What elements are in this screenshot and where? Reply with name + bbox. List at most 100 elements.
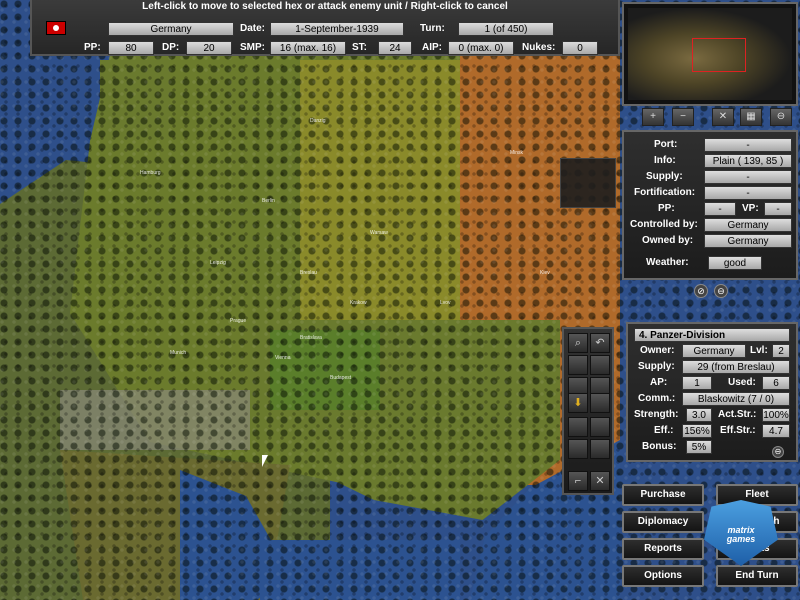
owned-value: Germany [704,234,792,248]
slot-icon[interactable] [568,417,588,437]
end-turn-button[interactable]: End Turn [716,565,798,587]
minimap-controls: + − ✕ ▦ ⊖ [636,108,796,128]
magnify-icon[interactable]: ⌕ [568,333,588,353]
supply-label: Supply: [646,171,683,182]
st-label: ST: [352,42,367,53]
unit-info-panel: 4. Panzer-Division Owner: Germany Lvl: 2… [626,322,798,462]
owned-label: Owned by: [642,235,694,246]
date-label: Date: [240,23,266,34]
dp-value: 20 [186,41,232,55]
aip-value: 0 (max. 0) [448,41,514,55]
diplomacy-button[interactable]: Diplomacy [622,511,704,533]
turn-value: 1 (of 450) [458,22,554,36]
weather-label: Weather: [646,257,689,268]
zoom-out-icon[interactable]: − [672,108,694,126]
bonus-value: 5% [686,440,712,454]
effstr-value: 4.7 [762,424,790,438]
land-scandinavia [100,60,170,140]
smp-value: 16 (max. 16) [270,41,346,55]
controlled-label: Controlled by: [630,219,698,230]
hex-info-panel: Port: - Info: Plain ( 139, 85 ) Supply: … [622,130,798,280]
purchase-button[interactable]: Purchase [622,484,704,506]
unit-stack-slots[interactable] [560,158,616,208]
map-mode-icon[interactable]: ✕ [712,108,734,126]
unit-panel-toggle-icon[interactable]: ⊖ [772,446,784,458]
city-label: Bratislava [300,335,322,341]
owner-label: Owner: [640,345,675,356]
vp-label: VP: [742,203,759,214]
pp-label: PP: [84,42,101,53]
options-button[interactable]: Options [622,565,704,587]
unit-name: 4. Panzer-Division [634,328,790,342]
city-label: Krakow [350,300,367,306]
close-icon[interactable]: ✕ [590,471,610,491]
lvl-label: Lvl: [750,345,768,356]
slot-icon[interactable] [590,417,610,437]
dp-label: DP: [162,42,180,53]
hint-text: Left-click to move to selected hex or at… [142,1,508,12]
owner-value: Germany [682,344,746,358]
vp-value: - [764,202,792,216]
menu-icon[interactable]: ⌐ [568,471,588,491]
unit-supply-label: Supply: [638,361,675,372]
nation-name: Germany [108,22,234,36]
lvl-value: 2 [772,344,790,358]
ap-label: AP: [650,377,668,388]
minimap[interactable] [622,2,798,106]
controlled-value: Germany [704,218,792,232]
commander-label: Comm.: [638,393,676,404]
logo-text: matrix games [704,526,778,544]
city-label: Hamburg [140,170,161,176]
pp-value: 80 [108,41,154,55]
turn-label: Turn: [420,23,445,34]
sea-mediterranean [260,540,460,600]
logo-line-2: games [726,534,756,544]
hex-pp-label: PP: [658,203,675,214]
mouse-cursor [262,455,268,467]
matrix-games-logo: matrix games [704,500,778,566]
undo-icon[interactable]: ↶ [590,333,610,353]
slot-icon[interactable] [568,355,588,375]
port-label: Port: [654,139,678,150]
nation-flag-icon[interactable] [46,21,66,35]
unit-toolbar: ⌕ ↶ ⬇ ⌐ ✕ [562,327,614,495]
map-filter-icon[interactable]: ▦ [740,108,762,126]
city-label: Munich [170,350,187,356]
st-value: 24 [378,41,412,55]
nukes-value: 0 [562,41,598,55]
city-label: Breslau [300,270,317,276]
slot-icon[interactable] [590,355,610,375]
settings-icon[interactable]: ⊖ [770,108,792,126]
minimap-viewport[interactable] [692,38,746,72]
hex-pp-value: - [704,202,736,216]
actstr-value: 100% [762,408,790,422]
city-label: Vienna [275,355,291,361]
weather-value: good [708,256,762,270]
hex-panel-collapse-icon[interactable]: ⊘ [694,284,708,298]
move-down-icon[interactable]: ⬇ [568,393,588,413]
effstr-label: Eff.Str.: [720,425,756,436]
city-label: Warsaw [370,230,388,236]
supply-value: - [704,170,792,184]
aip-label: AIP: [422,42,442,53]
commander-value: Blaskowitz (7 / 0) [682,392,790,406]
hex-panel-scroll-icon[interactable]: ⊖ [714,284,728,298]
zoom-in-icon[interactable]: + [642,108,664,126]
land-poland [300,60,480,320]
unit-supply-value: 29 (from Breslau) [682,360,790,374]
city-label: Danzig [310,118,326,124]
used-value: 6 [762,376,790,390]
slot-icon[interactable] [568,439,588,459]
city-label: Kiev [540,270,550,276]
ap-value: 1 [682,376,712,390]
used-label: Used: [728,377,756,388]
city-label: Minsk [510,150,524,156]
smp-label: SMP: [240,42,265,53]
reports-button[interactable]: Reports [622,538,704,560]
port-value: - [704,138,792,152]
fortification-value: - [704,186,792,200]
slot-icon[interactable] [590,393,610,413]
actstr-label: Act.Str.: [718,409,757,420]
slot-icon[interactable] [590,439,610,459]
city-label: Berlin [262,198,275,204]
